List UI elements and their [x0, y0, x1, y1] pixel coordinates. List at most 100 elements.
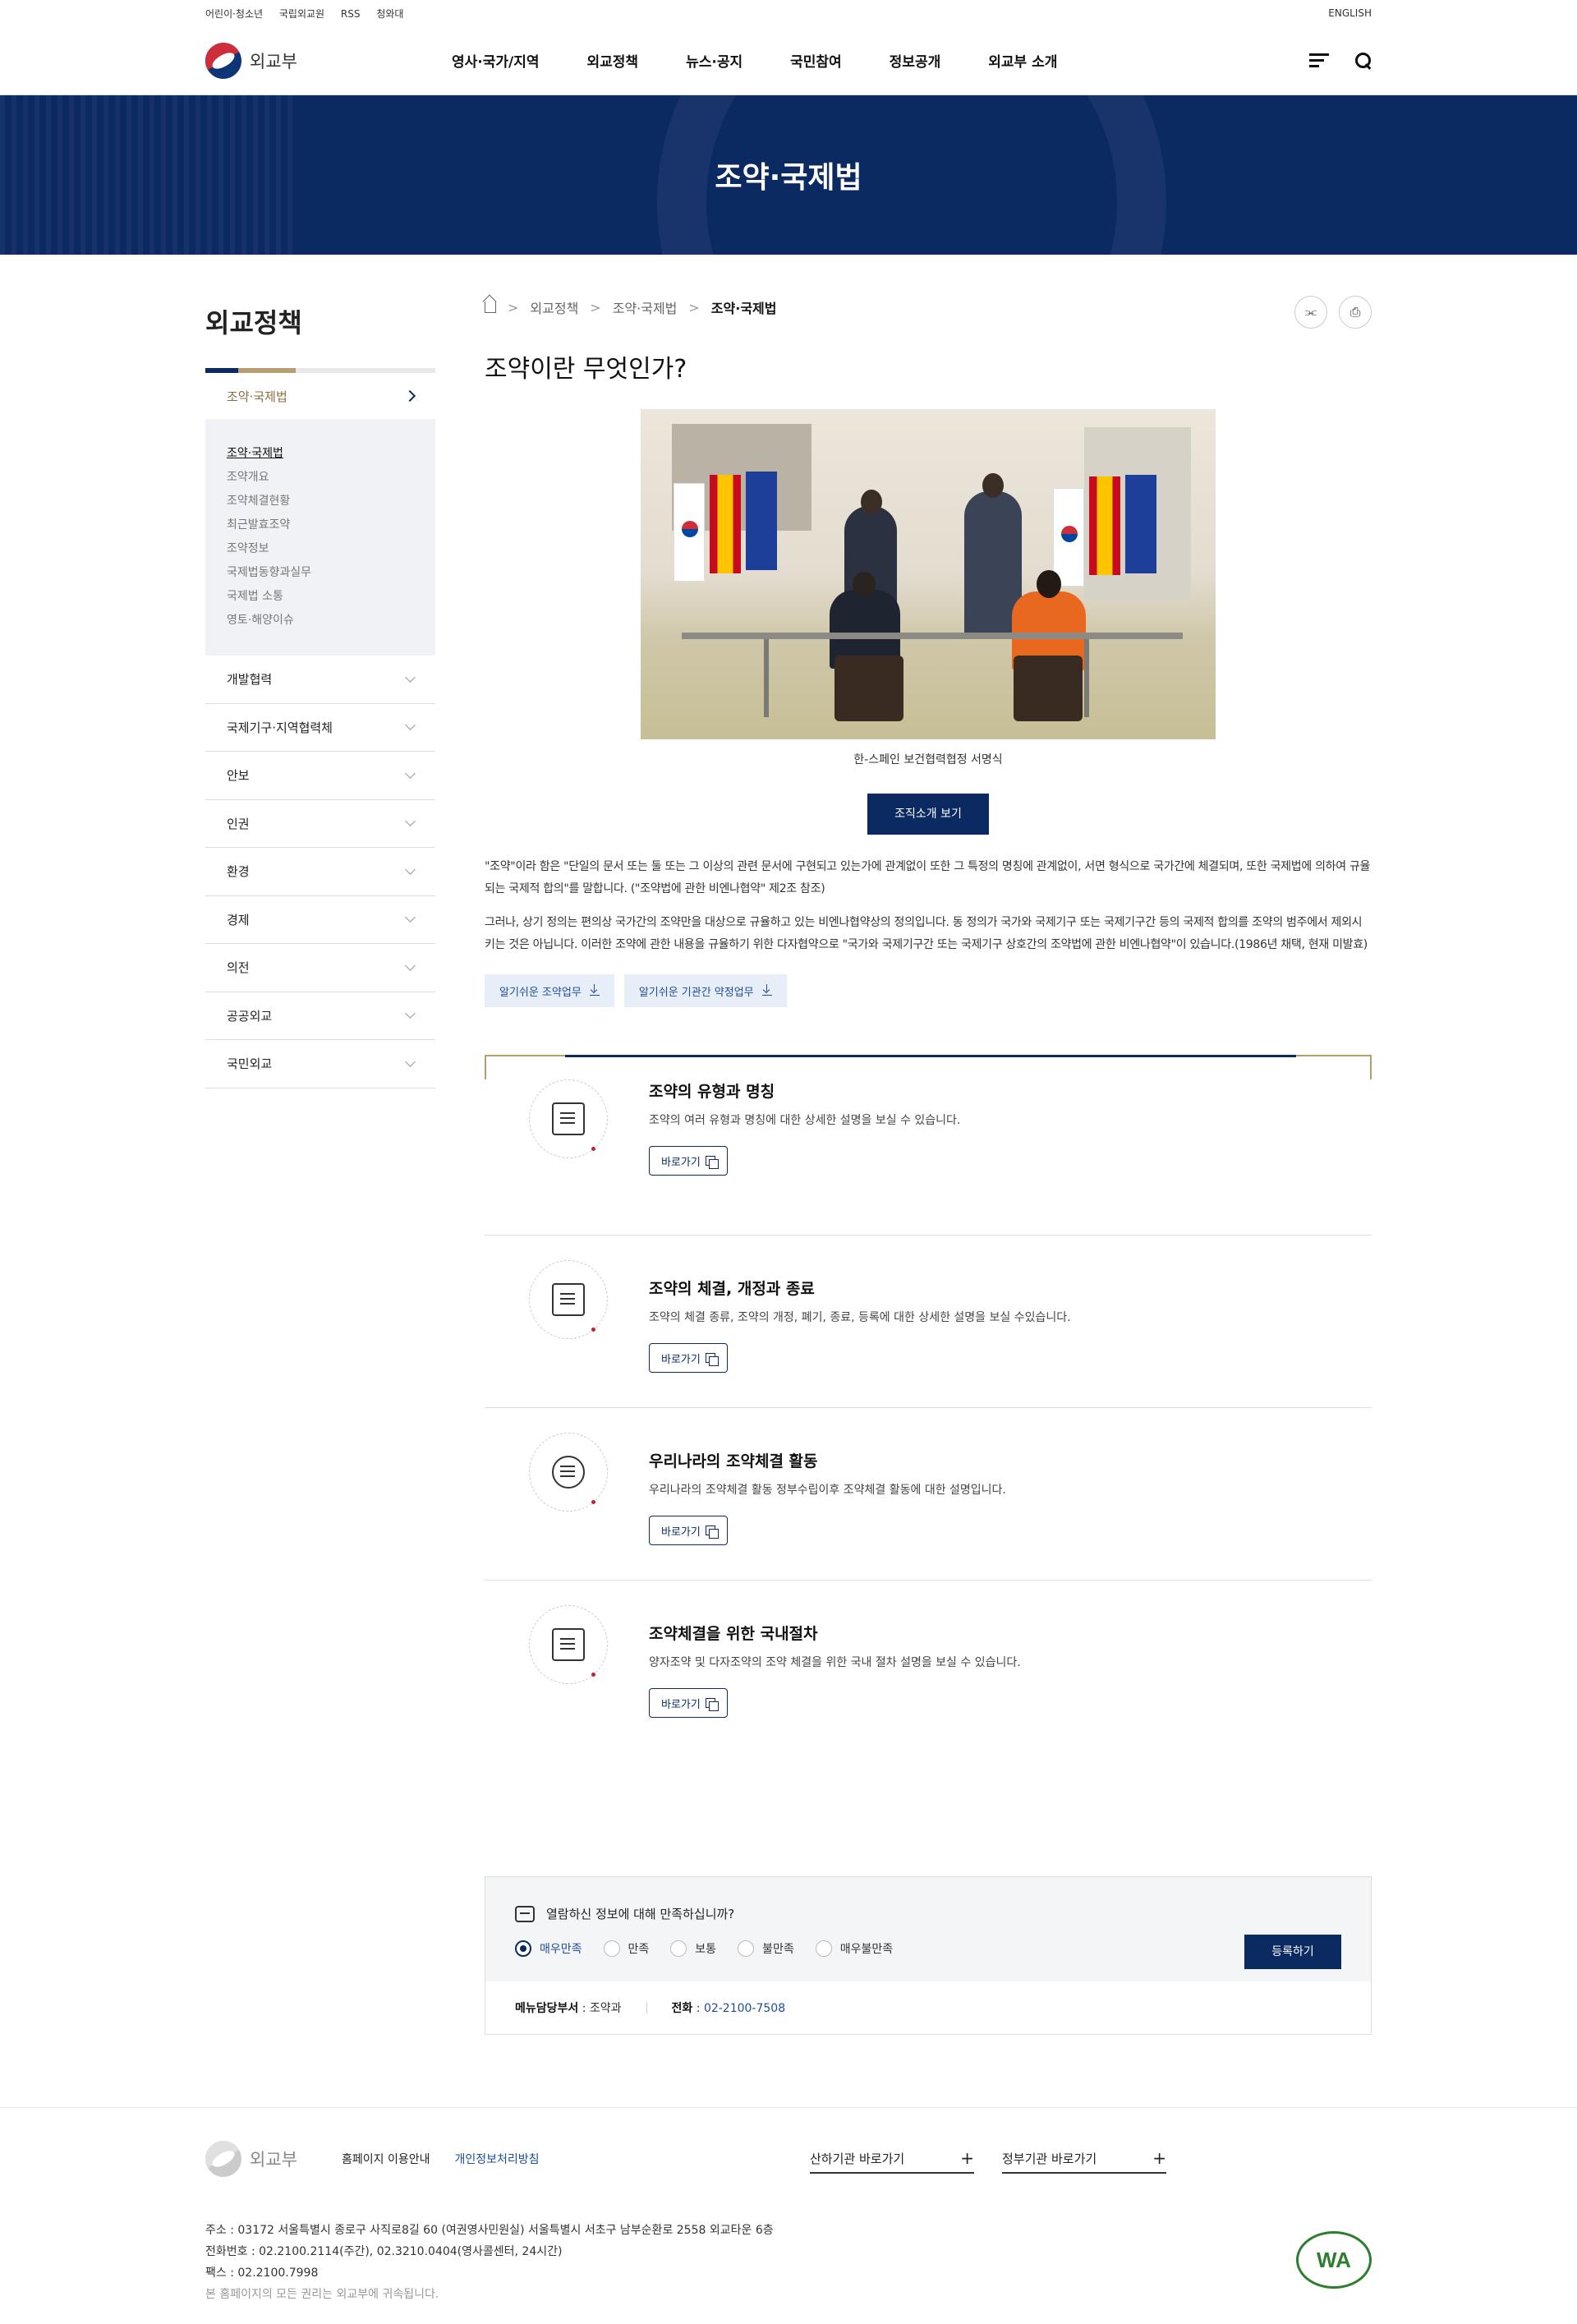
- print-icon[interactable]: ⎙: [1339, 296, 1372, 329]
- sidebar-item-label: 개발협력: [227, 672, 273, 688]
- card-description: 우리나라의 조약체결 활동 정부수립이후 조약체결 활동에 대한 설명입니다.: [649, 1484, 1006, 1497]
- submenu-item[interactable]: 조약개요: [227, 466, 414, 490]
- submenu-item[interactable]: 국제법 소통: [227, 585, 414, 609]
- nav-news[interactable]: 뉴스·공지: [686, 50, 743, 71]
- plus-icon: +: [960, 2148, 974, 2168]
- document-bookmark-icon: [529, 1260, 608, 1339]
- submenu-item[interactable]: 국제법동향과실무: [227, 561, 414, 585]
- sidebar-item[interactable]: 국제기구·지역협력체: [205, 704, 435, 752]
- sidebar-item[interactable]: 공공외교: [205, 992, 435, 1040]
- fax-text: 팩스 : 02.2100.7998: [205, 2266, 319, 2280]
- breadcrumb-separator: >: [688, 299, 700, 315]
- nav-about[interactable]: 외교부 소개: [988, 50, 1057, 71]
- option-label: 매우만족: [540, 1943, 582, 1956]
- util-link-bluehouse[interactable]: 청와대: [376, 8, 403, 20]
- share-icon[interactable]: ⫘: [1294, 296, 1327, 329]
- sidebar-item[interactable]: 국민외교: [205, 1040, 435, 1088]
- org-intro-button[interactable]: 조직소개 보기: [867, 794, 989, 835]
- korea-flag-left: [674, 483, 705, 582]
- util-link-kids[interactable]: 어린이·청소년: [205, 8, 263, 20]
- english-link[interactable]: ENGLISH: [1328, 7, 1372, 19]
- badge-text: WA: [1317, 2247, 1351, 2272]
- eu-flag-right: [1125, 475, 1156, 573]
- new-window-icon: [705, 1698, 719, 1711]
- sidebar-item[interactable]: 의전: [205, 944, 435, 992]
- radio-selected-icon[interactable]: [515, 1940, 531, 1957]
- official-head: [861, 490, 882, 514]
- submenu-item[interactable]: 조약정보: [227, 537, 414, 561]
- government-agencies-select[interactable]: 정부기관 바로가기 +: [1002, 2144, 1166, 2174]
- survey-option[interactable]: 보통: [670, 1940, 716, 1957]
- home-icon[interactable]: [485, 301, 496, 313]
- download-buttons: 알기쉬운 조약업무 알기쉬운 기관간 약정업무: [485, 974, 1372, 1007]
- address-text: 주소 : 03172 서울특별시 종로구 사직로8길 60 (여권영사민원실) …: [205, 2224, 774, 2237]
- util-link-rss[interactable]: RSS: [341, 8, 361, 20]
- sidebar-item-label: 안보: [227, 768, 250, 784]
- breadcrumb-item[interactable]: 외교정책: [530, 297, 578, 317]
- radio-icon[interactable]: [815, 1940, 832, 1957]
- dept-label: 메뉴담당부서: [515, 2002, 579, 2015]
- dept-name: 조약과: [589, 2002, 622, 2015]
- submenu-item[interactable]: 조약·국제법: [227, 442, 414, 466]
- chevron-down-icon: [405, 767, 416, 779]
- go-button[interactable]: 바로가기: [649, 1146, 728, 1176]
- sidebar-item-active[interactable]: 조약·국제법: [205, 373, 435, 419]
- breadcrumb-separator: >: [508, 299, 519, 315]
- go-button[interactable]: 바로가기: [649, 1343, 728, 1373]
- footer-link-privacy[interactable]: 개인정보처리방침: [454, 2151, 539, 2167]
- site-logo[interactable]: 외교부: [198, 35, 297, 85]
- radio-icon[interactable]: [603, 1940, 620, 1957]
- card-title: 조약의 유형과 명칭: [649, 1083, 775, 1101]
- submenu-item[interactable]: 최근발효조약: [227, 513, 414, 537]
- submenu-item[interactable]: 조약체결현황: [227, 490, 414, 513]
- go-button[interactable]: 바로가기: [649, 1688, 728, 1718]
- footer-logo: 외교부: [198, 2133, 297, 2184]
- util-link-knda[interactable]: 국립외교원: [279, 8, 324, 20]
- card-treaty-types: 조약의 유형과 명칭 조약의 여러 유형과 명칭에 대한 상세한 설명을 보실 …: [485, 1079, 1372, 1236]
- nav-consular[interactable]: 영사·국가/지역: [452, 50, 540, 71]
- menu-icon[interactable]: [1309, 53, 1329, 68]
- sidebar-item[interactable]: 인권: [205, 800, 435, 848]
- nav-policy[interactable]: 외교정책: [587, 50, 639, 71]
- chevron-down-icon: [405, 1008, 416, 1019]
- survey-submit-button[interactable]: 등록하기: [1244, 1935, 1341, 1969]
- survey-option[interactable]: 불만족: [738, 1940, 794, 1957]
- page-tools: ⫘ ⎙: [1294, 296, 1372, 329]
- search-icon[interactable]: [1355, 52, 1372, 69]
- sidebar-item-label: 국민외교: [227, 1056, 273, 1072]
- photo-caption: 한-스페인 보건협력협정 서명식: [853, 753, 1003, 766]
- nav-disclosure[interactable]: 정보공개: [890, 50, 941, 71]
- radio-icon[interactable]: [670, 1940, 687, 1957]
- tel-info-text: 전화 : 02-2100-7508: [671, 2002, 786, 2015]
- card-description: 조약의 여러 유형과 명칭에 대한 상세한 설명을 보실 수 있습니다.: [649, 1114, 961, 1127]
- breadcrumb-item[interactable]: 조약·국제법: [613, 297, 678, 317]
- phone-text: 전화번호 : 02.2100.2114(주간), 02.3210.0404(영사…: [205, 2245, 563, 2258]
- radio-icon[interactable]: [738, 1940, 755, 1957]
- note-paragraph: 그러나, 상기 정의는 편의상 국가간의 조약만을 대상으로 규율하고 있는 비…: [485, 916, 1368, 951]
- footer-link-guide[interactable]: 홈페이지 이용안내: [342, 2151, 430, 2167]
- divider: [646, 2002, 647, 2013]
- sidebar-item[interactable]: 개발협력: [205, 656, 435, 704]
- download-treaty-guide-button[interactable]: 알기쉬운 조약업무: [485, 974, 614, 1007]
- copyright-text: 본 홈페이지의 모든 권리는 외교부에 귀속됩니다.: [205, 2288, 439, 2301]
- cards-frame: [485, 1055, 1372, 1079]
- utility-bar: 어린이·청소년 국립외교원 RSS 청와대 ENGLISH: [0, 0, 1577, 26]
- go-button[interactable]: 바로가기: [649, 1516, 728, 1545]
- card-title: 조약의 체결, 개정과 종료: [649, 1280, 815, 1298]
- nav-participation[interactable]: 국민참여: [790, 50, 842, 71]
- dept-info-text: 메뉴담당부서 : 조약과: [515, 2002, 622, 2015]
- survey-option[interactable]: 매우불만족: [815, 1940, 893, 1957]
- survey-option[interactable]: 만족: [603, 1940, 649, 1957]
- survey-option[interactable]: 매우만족: [515, 1940, 582, 1957]
- affiliated-agencies-select[interactable]: 산하기관 바로가기 +: [810, 2144, 974, 2174]
- sidebar-accent-bar: [205, 368, 435, 373]
- page-banner: 조약·국제법: [0, 95, 1577, 255]
- download-agency-guide-button[interactable]: 알기쉬운 기관간 약정업무: [623, 974, 787, 1007]
- sidebar-item-label: 국제기구·지역협력체: [227, 720, 333, 735]
- card-treaty-conclusion: 조약의 체결, 개정과 종료 조약의 체결 종류, 조약의 개정, 폐기, 종료…: [485, 1236, 1372, 1408]
- sidebar-item[interactable]: 환경: [205, 848, 435, 896]
- sidebar-item[interactable]: 경제: [205, 896, 435, 944]
- sidebar-item[interactable]: 안보: [205, 752, 435, 800]
- submenu-item[interactable]: 영토·해양이슈: [227, 609, 414, 633]
- sidebar-submenu: 조약·국제법 조약개요 조약체결현황 최근발효조약 조약정보 국제법동향과실무 …: [205, 419, 435, 656]
